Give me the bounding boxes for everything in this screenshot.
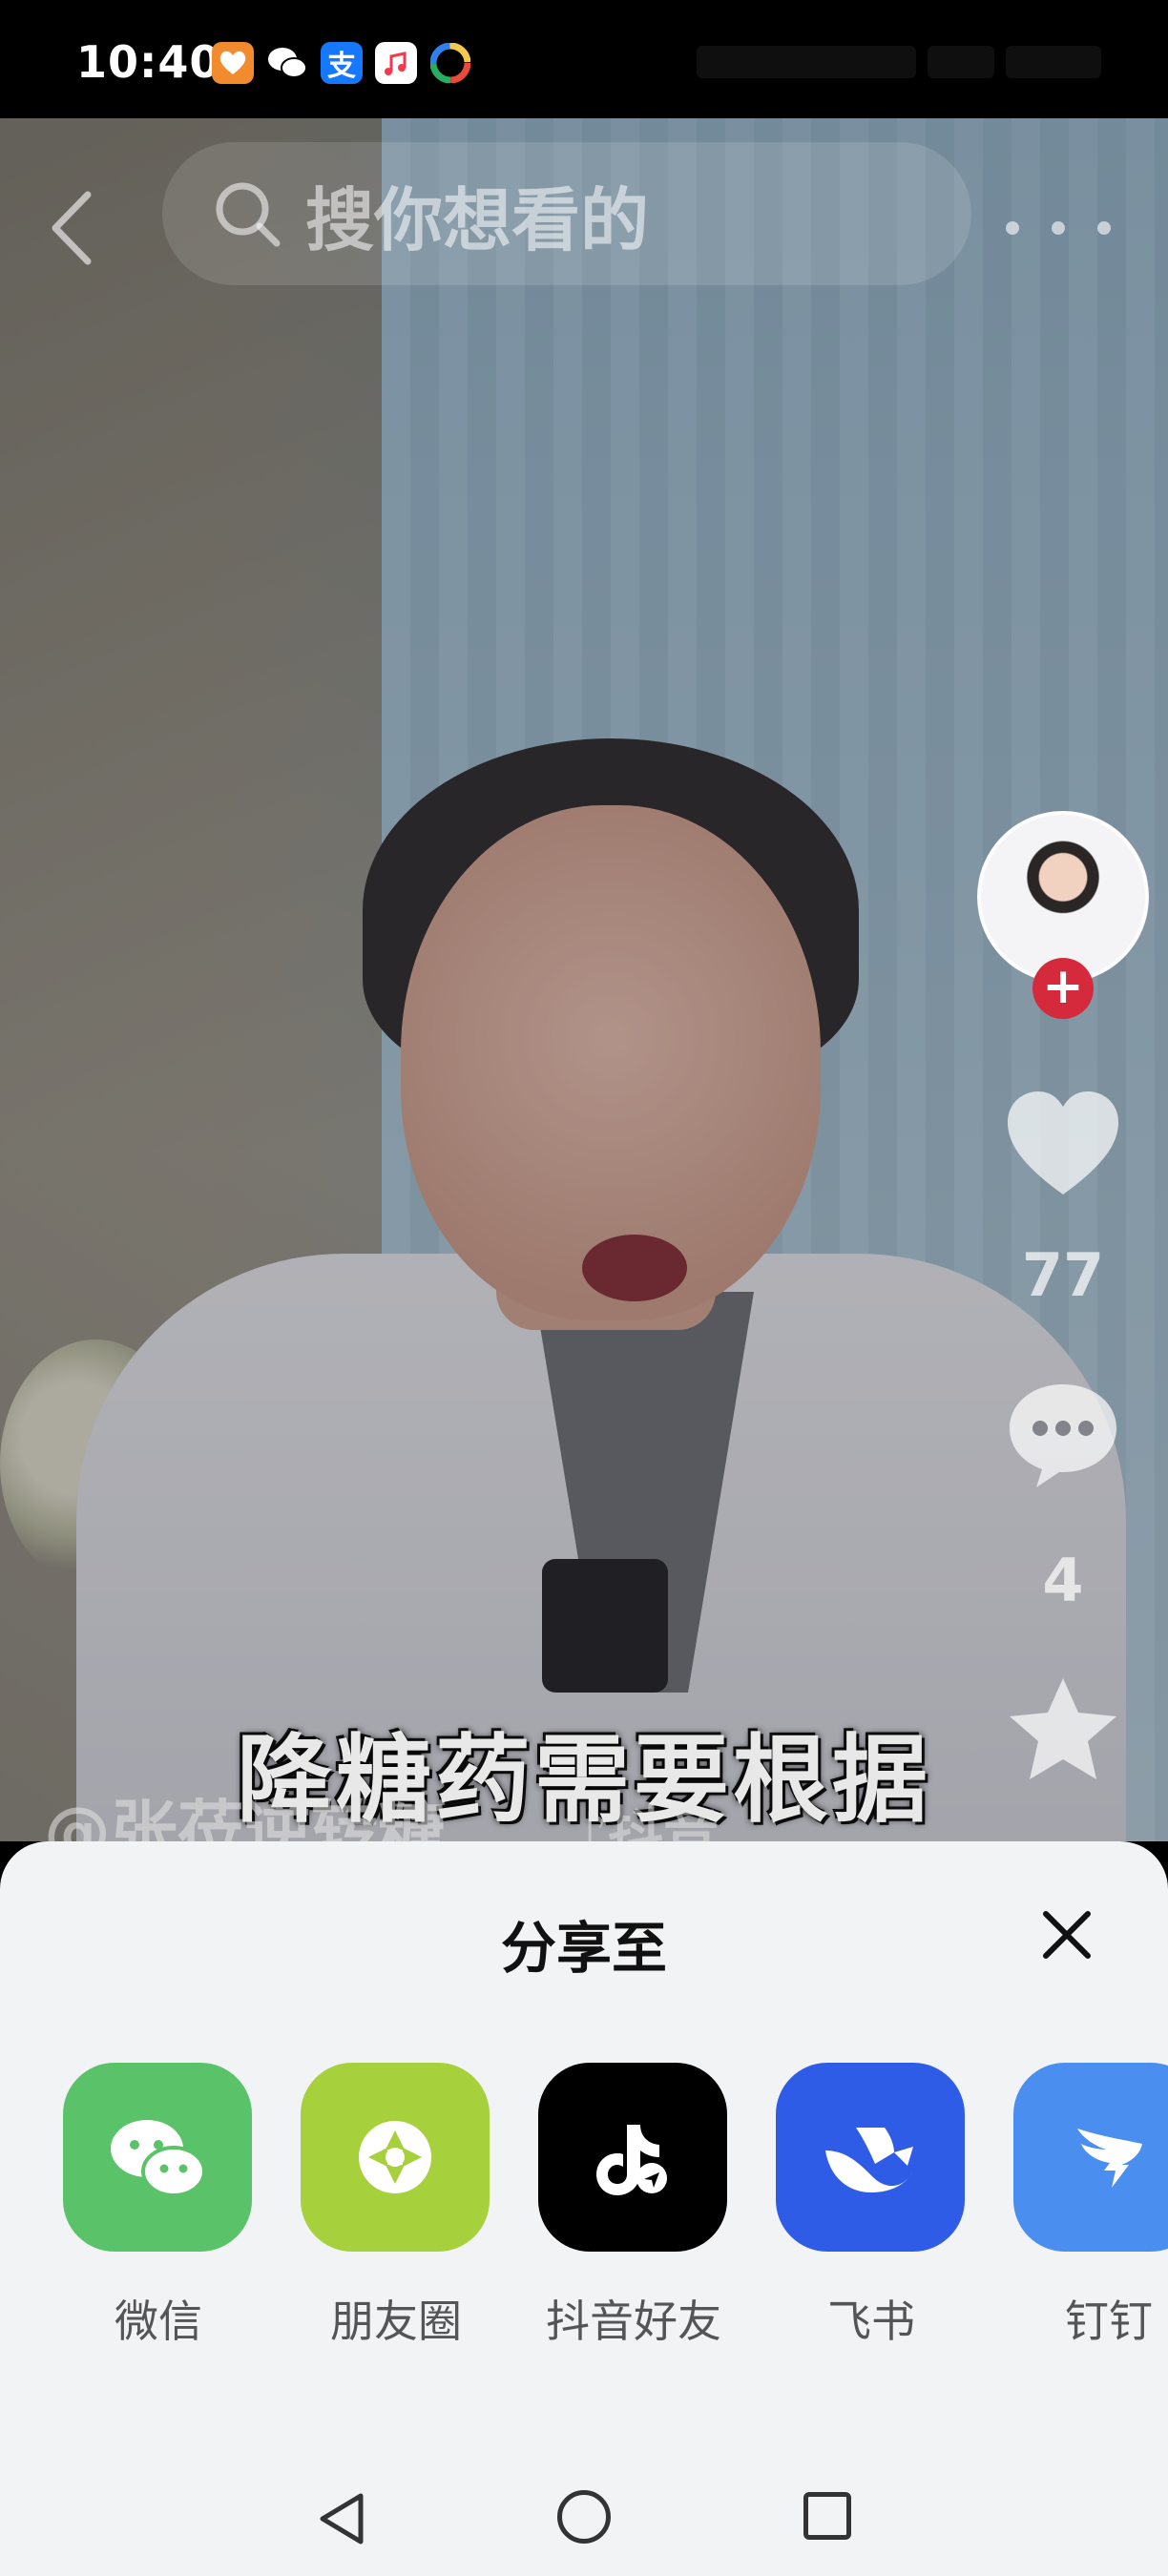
health-app-icon [212, 42, 254, 84]
close-icon[interactable] [1031, 1899, 1103, 1971]
comment-count: 4 [1042, 1546, 1084, 1615]
share-target-wechat[interactable]: 微信 [63, 2063, 254, 2347]
wechat-icon [266, 42, 308, 84]
alipay-icon: 支 [321, 42, 363, 84]
author-avatar[interactable] [977, 811, 1149, 983]
nav-back-icon[interactable] [315, 2490, 368, 2547]
comment-icon[interactable] [1004, 1379, 1122, 1491]
share-target-label: 抖音好友 [546, 2296, 721, 2347]
search-icon [216, 182, 281, 247]
share-target-feishu[interactable]: 飞书 [776, 2063, 967, 2347]
moments-icon [301, 2063, 490, 2252]
more-dot-icon [1052, 221, 1065, 235]
music-app-icon [375, 42, 417, 84]
nav-home-icon[interactable] [557, 2490, 611, 2544]
share-target-label: 朋友圈 [330, 2296, 462, 2347]
more-options-button[interactable] [1006, 209, 1111, 247]
share-target-label: 飞书 [827, 2296, 915, 2347]
color-app-icon [429, 42, 471, 84]
back-button[interactable] [29, 176, 115, 280]
more-dot-icon [1006, 221, 1019, 235]
wechat-icon [63, 2063, 252, 2252]
share-sheet-title: 分享至 [500, 1916, 667, 1981]
search-bar[interactable]: 搜你想看的 [162, 142, 971, 285]
nav-recents-icon[interactable] [803, 2492, 851, 2540]
share-target-moments[interactable]: 朋友圈 [301, 2063, 491, 2347]
status-bar: 10:40 支 [0, 0, 1168, 118]
share-target-label: 钉钉 [1065, 2296, 1153, 2347]
share-target-dingtalk[interactable]: 钉钉 [1013, 2063, 1168, 2347]
share-target-douyin[interactable]: 抖音好友 [538, 2063, 729, 2347]
star-icon[interactable] [1006, 1674, 1120, 1787]
more-dot-icon [1097, 221, 1111, 235]
system-navigation-bar [0, 2442, 1168, 2576]
like-count: 77 [1021, 1240, 1105, 1310]
top-nav: 搜你想看的 [0, 118, 1168, 319]
status-app-icons: 支 [212, 42, 471, 84]
feishu-icon [776, 2063, 965, 2252]
status-time: 10:40 [76, 36, 221, 88]
heart-icon[interactable] [1004, 1088, 1122, 1200]
status-indicators [697, 46, 1101, 78]
search-placeholder: 搜你想看的 [305, 179, 650, 260]
platform-watermark: ♪抖音 [573, 1800, 720, 1841]
dingtalk-icon [1013, 2063, 1168, 2252]
share-target-label: 微信 [115, 2296, 202, 2347]
follow-button[interactable]: + [1032, 958, 1094, 1019]
author-handle[interactable]: @张莅逆转糖 [44, 1778, 445, 1841]
share-target-list: 微信 朋友圈 抖音好友 飞书 钉钉 [0, 2063, 1168, 2349]
chevron-left-icon [52, 191, 92, 265]
douyin-icon [538, 2063, 727, 2252]
